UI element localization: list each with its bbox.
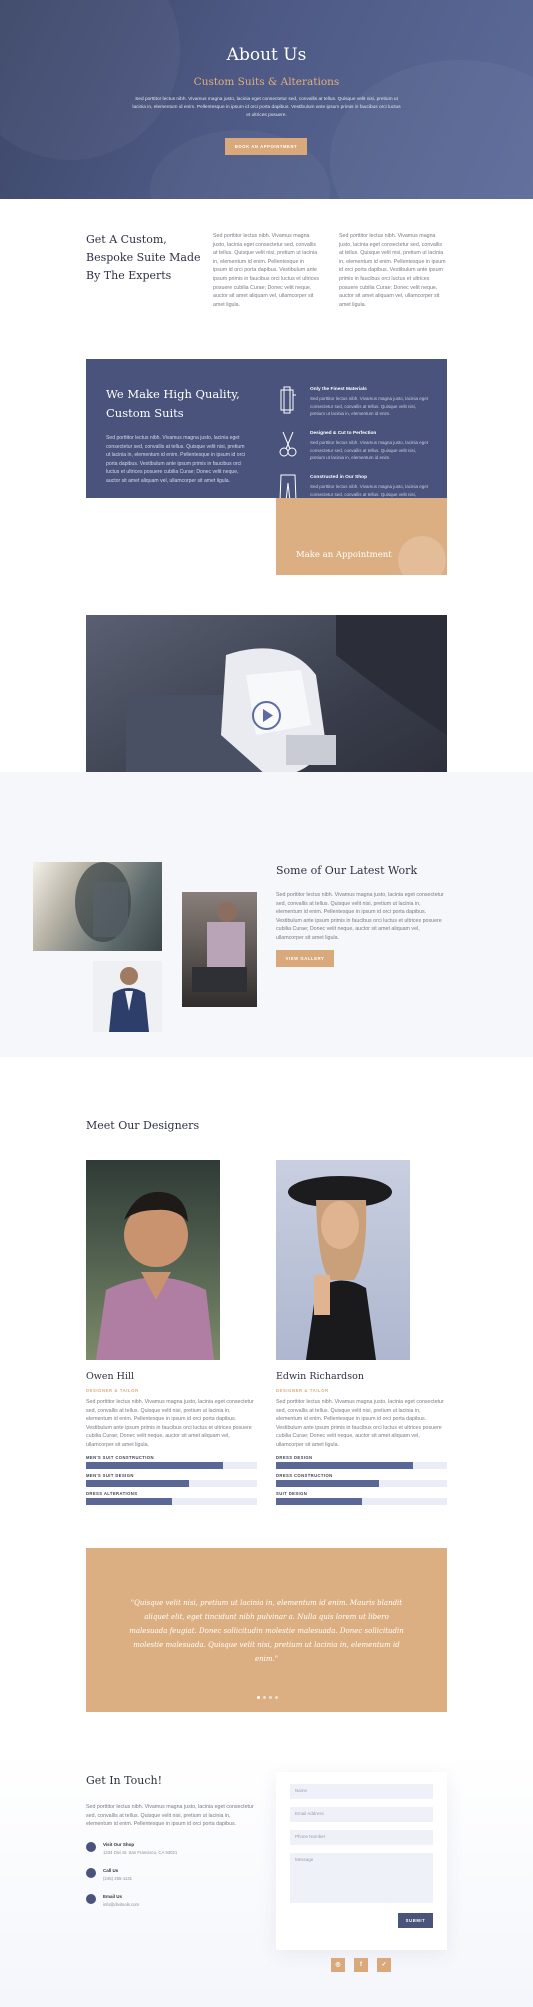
make-appointment-button[interactable]: Make an Appointment <box>276 498 447 575</box>
intro-column-1: Sed porttitor lectus nibh. Vivamus magna… <box>213 233 319 308</box>
name-field[interactable]: Name <box>290 1784 433 1799</box>
testimonial-slider: "Quisque velit nisi, pretium ut lacinia … <box>86 1548 447 1712</box>
feature-title: We Make High Quality, Custom Suits <box>106 387 240 420</box>
skill-bar <box>276 1462 447 1469</box>
feature-item-text: Sed porttitor lectus nibh. Vivamus magna… <box>310 396 428 416</box>
hero-text: Sed porttitor lectus nibh. Vivamus magna… <box>132 97 401 118</box>
designer-role: DESIGNER & TAILOR <box>276 1388 329 1393</box>
map-pin-icon <box>86 1842 96 1852</box>
gallery-photo-1[interactable] <box>33 862 162 951</box>
skill-label: MEN'S SUIT DESIGN <box>86 1473 134 1478</box>
designer-role: DESIGNER & TAILOR <box>86 1388 139 1393</box>
skill-label: DRESS CONSTRUCTION <box>276 1473 333 1478</box>
make-appointment-label: Make an Appointment <box>296 550 392 560</box>
info-visit-shop: Visit Our Shop 1234 Divi St. San Francis… <box>86 1842 236 1864</box>
feature-item: Only the Finest Materials Sed porttitor … <box>278 385 438 425</box>
skill-bar <box>86 1498 257 1505</box>
play-icon <box>263 709 273 722</box>
twitter-icon[interactable]: ✓ <box>377 1958 391 1972</box>
skill-label: DRESS ALTERATIONS <box>86 1491 138 1496</box>
designer-name: Edwin Richardson <box>276 1371 364 1382</box>
skill-bar <box>86 1480 257 1487</box>
slider-dot[interactable] <box>269 1696 272 1699</box>
hero-section: About Us Custom Suits & Alterations Sed … <box>0 0 533 199</box>
testimonial-quote: "Quisque velit nisi, pretium ut lacinia … <box>129 1599 404 1663</box>
designers-title: Meet Our Designers <box>86 1119 200 1132</box>
contact-title: Get In Touch! <box>86 1774 162 1787</box>
slider-dot[interactable] <box>263 1696 266 1699</box>
view-gallery-button[interactable]: VIEW GALLERY <box>276 950 334 967</box>
feature-item-title: Constructed in Our Shop <box>310 475 368 480</box>
feature-item-text: Sed porttitor lectus nibh. Vivamus magna… <box>310 440 428 460</box>
gallery-photo-3[interactable] <box>93 961 162 1032</box>
gallery-photo-2[interactable] <box>182 892 257 1007</box>
email-icon <box>86 1894 96 1904</box>
skill-label: MEN'S SUIT CONSTRUCTION <box>86 1455 154 1460</box>
gallery-title: Some of Our Latest Work <box>276 864 418 877</box>
submit-button[interactable]: SUBMIT <box>398 1913 433 1928</box>
feature-item-title: Only the Finest Materials <box>310 387 367 392</box>
contact-section <box>0 1750 533 2007</box>
skill-label: DRESS DESIGN <box>276 1455 313 1460</box>
info-call-us: Call Us (245) 255-1131 <box>86 1868 236 1890</box>
designer-name: Owen Hill <box>86 1371 135 1382</box>
designer-bio: Sed porttitor lectus nibh. Vivamus magna… <box>276 1399 444 1448</box>
fabric-roll-icon <box>280 386 296 414</box>
feature-text: Sed porttitor lectus nibh. Vivamus magna… <box>106 435 246 484</box>
phone-field[interactable]: Phone Number <box>290 1830 433 1845</box>
skill-bar <box>276 1480 447 1487</box>
book-appointment-button[interactable]: BOOK AN APPOINTMENT <box>225 138 307 155</box>
scissors-icon <box>279 431 297 457</box>
phone-icon <box>86 1868 96 1878</box>
feature-item-title: Designed & Cut to Perfection <box>310 431 377 436</box>
contact-text: Sed porttitor lectus nibh. Vivamus magna… <box>86 1804 254 1828</box>
page-title: About Us <box>226 45 307 65</box>
skill-bar <box>276 1498 447 1505</box>
skill-bar <box>86 1462 257 1469</box>
skill-label: SUIT DESIGN <box>276 1491 308 1496</box>
intro-title: Get A Custom, Bespoke Suite Made By The … <box>86 233 201 282</box>
feature-box: We Make High Quality, Custom Suits Sed p… <box>86 359 447 504</box>
play-button[interactable] <box>252 701 281 730</box>
intro-column-2: Sed porttitor lectus nibh. Vivamus magna… <box>339 233 446 308</box>
info-email-us: Email Us info@divitools.com <box>86 1894 236 1916</box>
slider-dot[interactable] <box>275 1696 278 1699</box>
instagram-icon[interactable]: ◎ <box>331 1958 345 1972</box>
arrow-circle-icon <box>398 536 446 575</box>
message-field[interactable]: Message <box>290 1853 433 1903</box>
designer-photo-edwin <box>276 1160 410 1360</box>
email-field[interactable]: Email Address <box>290 1807 433 1822</box>
feature-item: Designed & Cut to Perfection Sed porttit… <box>278 429 438 469</box>
contact-form: Name Email Address Phone Number Message … <box>276 1772 447 1950</box>
designer-photo-owen <box>86 1160 220 1360</box>
slider-dot[interactable] <box>257 1696 260 1699</box>
facebook-icon[interactable]: f <box>354 1958 368 1972</box>
hero-subtitle: Custom Suits & Alterations <box>193 76 340 88</box>
designer-bio: Sed porttitor lectus nibh. Vivamus magna… <box>86 1399 254 1448</box>
gallery-text: Sed porttitor lectus nibh. Vivamus magna… <box>276 892 444 941</box>
